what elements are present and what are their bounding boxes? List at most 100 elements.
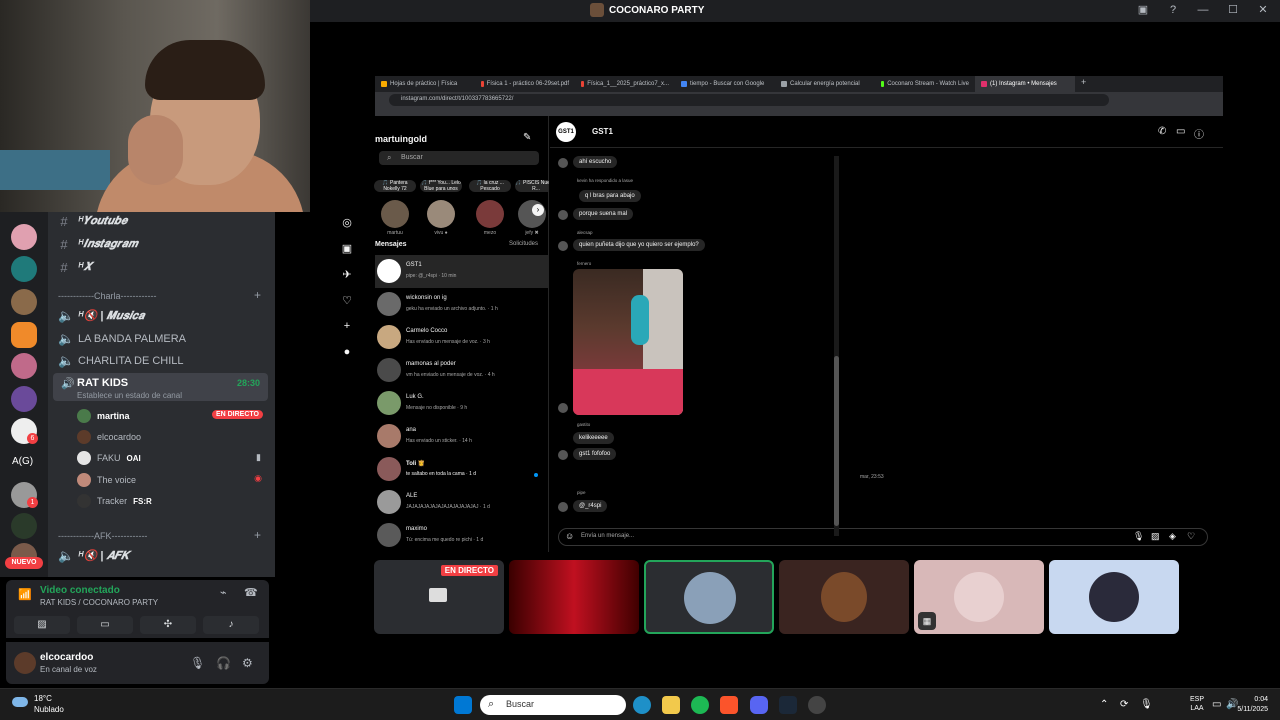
- chat-title[interactable]: GST1: [592, 127, 613, 136]
- microphone-icon[interactable]: 🎙: [1133, 531, 1144, 542]
- conversation-item[interactable]: ana Has enviado un sticker. · 14 h: [375, 420, 548, 453]
- monitor-icon[interactable]: ▭: [1212, 699, 1221, 710]
- chevron-up-icon[interactable]: ⌃: [1100, 699, 1108, 710]
- emoji-icon[interactable]: ☺: [565, 531, 574, 541]
- video-call-icon[interactable]: ▭: [1176, 126, 1185, 137]
- channel-instagram[interactable]: # ᴴ𝑰𝒏𝒔𝒕𝒂𝒈𝒓𝒂𝒎: [58, 237, 137, 252]
- avatar-tile[interactable]: [779, 560, 909, 634]
- screen-share-button[interactable]: ▭: [77, 616, 133, 634]
- heart-icon[interactable]: ♡: [337, 294, 357, 320]
- disconnect-icon[interactable]: ☎: [244, 586, 258, 599]
- headphones-icon[interactable]: 🎧: [216, 656, 231, 670]
- server-ag-label[interactable]: A(G): [12, 456, 33, 467]
- message-bubble[interactable]: gst1 fofofoo: [573, 448, 617, 460]
- sync-icon[interactable]: ⟳: [1120, 699, 1128, 710]
- taskbar-search[interactable]: ⌕ Buscar: [480, 695, 626, 715]
- voice-channel-musica[interactable]: 🔈 ᴴ🔇 | 𝑴𝒖𝒔𝒊𝒄𝒂: [58, 308, 144, 324]
- phone-icon[interactable]: ✆: [1158, 126, 1166, 137]
- profile-icon[interactable]: ●: [337, 346, 357, 372]
- conversation-item[interactable]: wickonsin on ig geku ha enviado un archiv…: [375, 288, 548, 321]
- username[interactable]: elcocardoo: [40, 652, 93, 663]
- category-charla[interactable]: ------------Charla------------: [58, 291, 156, 301]
- voice-location[interactable]: RAT KIDS / COCONARO PARTY: [40, 598, 158, 607]
- message-photo[interactable]: [573, 269, 683, 415]
- voice-channel-rat-kids[interactable]: 🔊 RAT KIDS 28:30 Establece un estado de …: [53, 373, 268, 401]
- channel-x[interactable]: # ᴴ𝑿: [58, 260, 91, 275]
- scrollbar[interactable]: [834, 156, 839, 536]
- avatar-tile[interactable]: [1049, 560, 1179, 634]
- voice-user[interactable]: martina: [77, 409, 130, 423]
- language-indicator[interactable]: ESP LAA: [1190, 695, 1204, 713]
- avatar-tile[interactable]: ▦: [914, 560, 1044, 634]
- voice-user[interactable]: The voice: [77, 473, 136, 487]
- message-bubble[interactable]: quien puñeta dijo que yo quiero ser ejem…: [573, 239, 705, 251]
- conversation-item[interactable]: Luk G. Mensaje no disponible · 9 h: [375, 387, 548, 420]
- screen-share-stream[interactable]: Hojas de práctico | Física Física 1 - pr…: [342, 76, 1223, 552]
- search-input[interactable]: Buscar: [379, 151, 539, 165]
- note-item[interactable]: 🎵 la cruz ... Pescado mezo: [468, 180, 512, 236]
- server-icon[interactable]: [11, 353, 37, 379]
- conversation-item[interactable]: GST1 pipe: @_r4spi · 10 min: [375, 255, 548, 288]
- server-icon[interactable]: [11, 322, 37, 348]
- conversation-item[interactable]: Toli 👸 te saltabo en toda la cama · 1 d: [375, 453, 548, 486]
- voice-channel-la-banda-palmera[interactable]: 🔈 LA BANDA PALMERA: [58, 331, 186, 347]
- category-afk[interactable]: ------------AFK------------: [58, 531, 147, 541]
- compose-icon[interactable]: ✎: [523, 132, 531, 143]
- browser-tab-active[interactable]: (1) Instagram • Mensajes: [975, 76, 1075, 92]
- conversation-item[interactable]: Carmelo Cocco Has enviado un mensaje de v…: [375, 321, 548, 354]
- scrollbar-thumb[interactable]: [834, 356, 839, 526]
- steam-icon[interactable]: [779, 696, 797, 714]
- voice-user[interactable]: elcocardoo: [77, 430, 141, 444]
- server-icon[interactable]: [11, 513, 37, 539]
- image-icon[interactable]: ▨: [1151, 531, 1160, 542]
- maximize-button[interactable]: ☐: [1226, 3, 1240, 16]
- chevron-right-icon[interactable]: ›: [532, 204, 544, 216]
- browser-tab[interactable]: Física 1 - práctico 06-29set.pdf: [475, 76, 575, 92]
- reels-icon[interactable]: ▣: [337, 242, 357, 268]
- requests-link[interactable]: Solicitudes: [509, 241, 538, 247]
- stream-tile[interactable]: EN DIRECTO: [374, 560, 504, 634]
- voice-user[interactable]: Tracker FS:R: [77, 494, 152, 508]
- browser-tab[interactable]: Calcular energía potencial: [775, 76, 875, 92]
- spotify-icon[interactable]: [691, 696, 709, 714]
- microphone-icon[interactable]: 🎙: [190, 656, 205, 670]
- discord-icon[interactable]: [750, 696, 768, 714]
- browser-tab[interactable]: Hojas de práctico | Física: [375, 76, 475, 92]
- conversation-item[interactable]: ALE JAJAJAJAJAJAJAJAJAJAJAJAJ · 1 d: [375, 486, 548, 519]
- conversation-item[interactable]: maximo Tú: encima me quedo re pichi · 1 d: [375, 519, 548, 552]
- message-bubble[interactable]: ahí escucho: [573, 156, 618, 168]
- microphone-icon[interactable]: 🎙: [1140, 699, 1153, 710]
- channel-status[interactable]: Establece un estado de canal: [77, 391, 182, 400]
- create-icon[interactable]: +: [337, 320, 357, 346]
- soundboard-button[interactable]: ♪: [203, 616, 259, 634]
- gear-icon[interactable]: ⚙: [242, 656, 253, 670]
- conversation-item[interactable]: mamonas al poder vm ha enviado un mensaje…: [375, 354, 548, 387]
- avatar[interactable]: [14, 652, 36, 674]
- close-button[interactable]: ✕: [1256, 3, 1270, 16]
- browser-tab[interactable]: tiempo - Buscar con Google: [675, 76, 775, 92]
- address-bar[interactable]: instagram.com/direct/t/100337783665722/: [389, 94, 1109, 106]
- chat-avatar[interactable]: GST1: [556, 122, 576, 142]
- voice-user[interactable]: FAKU OAI: [77, 451, 141, 465]
- add-channel-icon[interactable]: +: [254, 528, 261, 542]
- camera-tile[interactable]: [509, 560, 639, 634]
- message-bubble[interactable]: porque suena mal: [573, 208, 634, 220]
- inbox-icon[interactable]: ▣: [1136, 3, 1150, 16]
- edge-icon[interactable]: [633, 696, 651, 714]
- message-bubble[interactable]: kelikeeeee: [573, 432, 614, 444]
- info-icon[interactable]: ⓘ: [1194, 126, 1204, 141]
- heart-icon[interactable]: ♡: [1187, 531, 1195, 542]
- message-bubble[interactable]: @_r4spi: [573, 500, 608, 512]
- server-icon[interactable]: [11, 256, 37, 282]
- voice-channel-afk[interactable]: 🔈 ᴴ🔇 | 𝑨𝑭𝑲: [58, 548, 129, 564]
- help-icon[interactable]: ?: [1166, 4, 1180, 16]
- camera-tile-speaking[interactable]: [644, 560, 774, 634]
- brave-icon[interactable]: [720, 696, 738, 714]
- new-badge[interactable]: NUEVO: [5, 557, 43, 569]
- camera-off-button[interactable]: ▨: [14, 616, 70, 634]
- activities-button[interactable]: ✣: [140, 616, 196, 634]
- browser-tab[interactable]: Física_1__2025_práctico7_x...: [575, 76, 675, 92]
- noise-suppression-icon[interactable]: ⌁: [220, 586, 227, 599]
- note-item[interactable]: 🎵 f*** You... Lelo Blue para unos par...…: [419, 180, 463, 236]
- note-item[interactable]: 🎵 Pantera Nokelly 72 martuu: [373, 180, 417, 236]
